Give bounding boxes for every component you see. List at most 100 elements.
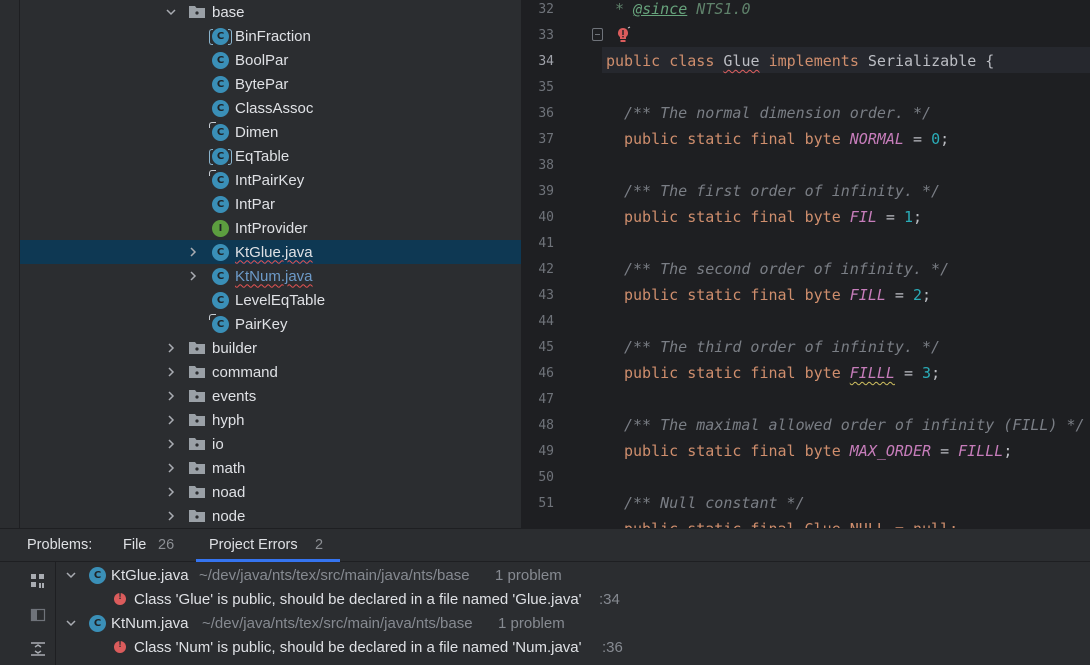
class-icon: C [212,291,229,309]
code-line-52-partial[interactable]: public static final Glue NULL = null; [624,520,958,528]
code-line-49[interactable]: public static final byte MAX_ORDER = FIL… [624,442,1012,460]
tree-item-label: KtNum.java [235,267,313,285]
tree-item-binfraction[interactable]: C BinFraction [20,24,521,48]
group-by-icon[interactable] [29,572,47,590]
tree-folder-node[interactable]: node [20,504,521,528]
line-number: 50 [538,470,554,485]
chevron-right-icon[interactable] [164,341,178,355]
decl-keywords: public static final byte [624,130,841,148]
tree-folder-hyph[interactable]: hyph [20,408,521,432]
chevron-down-icon[interactable] [64,616,78,630]
chevron-down-icon[interactable] [164,5,178,19]
code-editor[interactable]: 32 33 34 35 36 37 38 39 40 41 42 43 44 4… [521,0,1090,528]
line-number: 44 [538,314,554,329]
problem-file-name: KtGlue.java [111,566,189,584]
chevron-down-icon[interactable] [64,568,78,582]
problem-file-ktnum[interactable]: C KtNum.java ~/dev/java/nts/tex/src/main… [62,611,1082,635]
tab-file-count: 26 [158,537,175,553]
line-number: 43 [538,288,554,303]
problem-item[interactable]: Class 'Glue' is public, should be declar… [112,587,1082,611]
code-line-40[interactable]: public static final byte FIL = 1; [624,208,922,226]
number-literal: 3 [922,364,932,382]
operator: = [876,208,904,226]
problem-file-ktglue[interactable]: C KtGlue.java ~/dev/java/nts/tex/src/mai… [62,563,1082,587]
package-folder-icon [189,486,205,498]
code-comment[interactable]: /** Null constant */ [624,494,805,512]
tree-item-label: BoolPar [235,51,289,69]
preview-pane-icon[interactable] [29,606,47,624]
tree-item-pairkey[interactable]: C PairKey [20,312,521,336]
tree-item-intpar[interactable]: C IntPar [20,192,521,216]
tree-item-eqtable[interactable]: C EqTable [20,144,521,168]
problems-panel: Problems: File 26 Project Errors 2 C KtG… [0,528,1090,665]
code-line-32[interactable]: * @since NTS1.0 [606,0,751,18]
line-number-gutter[interactable]: 32 33 34 35 36 37 38 39 40 41 42 43 44 4… [522,0,602,528]
chevron-right-icon[interactable] [164,437,178,451]
tree-item-label: math [212,459,246,477]
decl-keywords: public static final byte [624,286,841,304]
number-literal: 0 [931,130,941,148]
tree-item-label: hyph [212,411,245,429]
code-line-46[interactable]: public static final byte FILLL = 3; [624,364,940,382]
line-number: 47 [538,392,554,407]
code-line-43[interactable]: public static final byte FILL = 2; [624,286,931,304]
tree-item-classassoc[interactable]: C ClassAssoc [20,96,521,120]
problem-item[interactable]: Class 'Num' is public, should be declare… [112,635,1082,659]
project-tree[interactable]: base C BinFraction C BoolPar C BytePar C… [20,0,521,528]
tree-folder-builder[interactable]: builder [20,336,521,360]
tree-item-ktnum[interactable]: C KtNum.java [20,264,521,288]
code-comment[interactable]: /** The maximal allowed order of infinit… [624,416,1085,434]
tree-item-dimen[interactable]: C Dimen [20,120,521,144]
code-comment[interactable]: /** The second order of infinity. */ [624,260,949,278]
keyword-public: public [606,52,661,70]
class-icon: C [209,313,229,333]
expand-all-icon[interactable] [29,640,47,658]
code-line-34[interactable]: public class Glue implements Serializabl… [606,52,994,70]
tree-folder-command[interactable]: command [20,360,521,384]
problems-title: Problems: [27,537,93,553]
fold-icon[interactable] [592,28,603,41]
class-icon: C [212,51,229,69]
tree-item-intprovider[interactable]: I IntProvider [20,216,521,240]
error-bulb-icon[interactable] [614,26,632,44]
tab-file[interactable]: File [123,537,146,553]
code-comment[interactable]: /** The first order of infinity. */ [624,182,940,200]
tree-item-bytepar[interactable]: C BytePar [20,72,521,96]
tree-item-label: base [212,3,245,21]
code-comment[interactable]: /** The normal dimension order. */ [624,104,931,122]
chevron-right-icon[interactable] [164,509,178,523]
chevron-right-icon[interactable] [186,269,200,283]
line-number: 39 [538,184,554,199]
tree-folder-base[interactable]: base [20,0,521,24]
chevron-right-icon[interactable] [164,461,178,475]
tree-item-label: Dimen [235,123,279,141]
class-icon: C [212,267,229,285]
tree-folder-math[interactable]: math [20,456,521,480]
tree-folder-io[interactable]: io [20,432,521,456]
tree-folder-noad[interactable]: noad [20,480,521,504]
chevron-right-icon[interactable] [164,485,178,499]
line-number: 35 [538,80,554,95]
tab-project-errors[interactable]: Project Errors [209,537,298,553]
tree-item-label: command [212,363,278,381]
chevron-right-icon[interactable] [164,389,178,403]
chevron-right-icon[interactable] [164,413,178,427]
interface-name: Serializable [867,52,977,70]
code-comment[interactable]: /** The third order of infinity. */ [624,338,940,356]
active-tab-indicator [196,559,340,562]
tree-item-boolpar[interactable]: C BoolPar [20,48,521,72]
doc-text: NTS1.0 [687,0,751,18]
chevron-right-icon[interactable] [164,365,178,379]
tree-item-leveleqtable[interactable]: C LevelEqTable [20,288,521,312]
tree-item-label: ClassAssoc [235,99,314,117]
number-literal: 2 [913,286,923,304]
tree-item-ktglue-selected[interactable]: C KtGlue.java [20,240,521,264]
tree-item-label: KtGlue.java [235,243,313,261]
tree-folder-events[interactable]: events [20,384,521,408]
code-line-37[interactable]: public static final byte NORMAL = 0; [624,130,949,148]
tree-item-intpairkey[interactable]: C IntPairKey [20,168,521,192]
chevron-right-icon[interactable] [186,245,200,259]
class-icon: C [212,195,229,213]
class-icon: C [212,75,229,93]
line-number: 36 [538,106,554,121]
